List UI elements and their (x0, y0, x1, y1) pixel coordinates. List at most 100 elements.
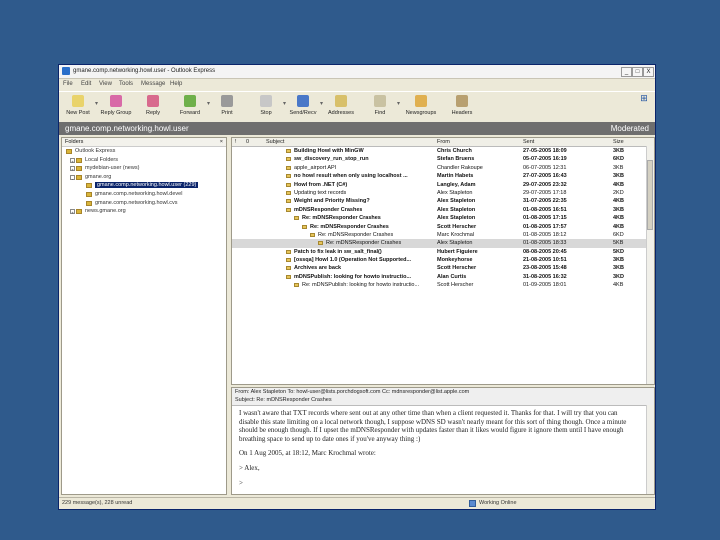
folder-item[interactable]: gmane.comp.networking.howl.user (229) (62, 181, 226, 190)
column-subject[interactable]: Subject (266, 139, 284, 145)
message-rows: Building Howl with MinGW Chris Church 27-0… (232, 147, 654, 290)
message-subject: [ossqa] Howl 1.0 (Operation Not Supporte… (294, 257, 412, 264)
message-from: Scott Herscher (437, 223, 477, 230)
reply-group-button[interactable]: Reply Group (99, 94, 133, 120)
folder-item[interactable]: - gmane.org (62, 173, 226, 182)
find-button[interactable]: Find (363, 94, 397, 120)
message-row[interactable]: Updating text records Alex Stapleton 29-07… (232, 189, 654, 197)
message-row[interactable]: Re: mDNSPublish: looking for howto instr… (232, 281, 654, 289)
message-row[interactable]: Archives are back Scott Herscher 23-08-200… (232, 264, 654, 272)
folder-item[interactable]: gmane.comp.networking.howl.devel (62, 190, 226, 199)
expand-icon[interactable]: + (70, 209, 75, 215)
column-sent[interactable]: Sent (523, 139, 534, 145)
status-online: Working Online (479, 500, 517, 506)
message-subject: sw_discovery_run_stop_run (294, 156, 369, 163)
column-priority[interactable]: ! (235, 139, 237, 145)
menu-edit[interactable]: Edit (81, 81, 91, 87)
reply-button[interactable]: Reply (136, 94, 170, 120)
message-row[interactable]: mDNSPublish: looking for howto instructi… (232, 273, 654, 281)
message-row[interactable]: mDNSResponder Crashes Alex Stapleton 01-08… (232, 206, 654, 214)
toolbar-label: Forward (179, 110, 201, 116)
message-row[interactable]: sw_discovery_run_stop_run Stefan Bruens 05… (232, 155, 654, 163)
headers-icon (456, 95, 468, 107)
folder-item[interactable]: Outlook Express (62, 147, 226, 156)
message-icon (286, 165, 291, 170)
maximize-button[interactable]: □ (632, 67, 643, 77)
message-row[interactable]: Weight and Priority Missing? Alex Staplet… (232, 197, 654, 205)
folder-item[interactable]: gmane.comp.networking.howl.cvs (62, 199, 226, 208)
message-icon (286, 274, 291, 279)
addresses-button[interactable]: Addresses (324, 94, 358, 120)
column-attachment[interactable]: 0 (246, 139, 249, 145)
menu-bar: File Edit View Tools Message Help ⊞ (59, 79, 655, 103)
scrollbar-thumb[interactable] (647, 160, 653, 230)
message-row[interactable]: Patch to fix leak in sw_salt_final() Hube… (232, 248, 654, 256)
message-size: 4KB (613, 215, 625, 222)
message-from: Marc Krochmal (437, 231, 474, 238)
dropdown-arrow-icon[interactable]: ▾ (320, 100, 323, 107)
message-icon (286, 149, 291, 153)
message-icon (286, 207, 291, 212)
message-icon (310, 232, 315, 237)
close-button[interactable]: X (643, 67, 654, 77)
expand-icon[interactable]: + (70, 166, 75, 172)
menu-help[interactable]: Help (170, 81, 182, 87)
message-row[interactable]: Re: mDNSResponder Crashes Alex Stapleton 0… (232, 239, 654, 248)
menu-tools[interactable]: Tools (119, 81, 133, 87)
message-size: 3KB (613, 265, 625, 272)
newsgroups-button[interactable]: Newsgroups (404, 94, 438, 120)
message-list-scrollbar[interactable] (646, 146, 654, 384)
message-icon (286, 266, 291, 271)
message-sent: 27-07-2005 16:43 (523, 173, 567, 180)
folder-item[interactable]: + mydebian-user (news) (62, 164, 226, 173)
folder-item[interactable]: + news.gmane.org (62, 207, 226, 216)
stop-button[interactable]: Stop (249, 94, 283, 120)
status-bar: 229 message(s), 228 unread Working Onlin… (59, 497, 655, 509)
column-from[interactable]: From (437, 139, 450, 145)
preview-pane: From: Alex Stapleton To: howl-user@lists… (231, 387, 655, 495)
preview-paragraph: > (239, 478, 243, 487)
message-row[interactable]: Re: mDNSResponder Crashes Scott Herscher 0… (232, 223, 654, 231)
message-row[interactable]: Re: mDNSResponder Crashes Marc Krochmal 01… (232, 231, 654, 239)
minimize-button[interactable]: _ (621, 67, 632, 77)
message-row[interactable]: no howl result when only using localhost… (232, 172, 654, 180)
message-row[interactable]: apple_airport API Chandler Rakoupe 06-07-2… (232, 164, 654, 172)
message-row[interactable]: [ossqa] Howl 1.0 (Operation Not Supporte… (232, 256, 654, 264)
new-post-button[interactable]: New Post (61, 94, 95, 120)
new-post-icon (72, 95, 84, 107)
menu-file[interactable]: File (63, 81, 73, 87)
preview-body: I wasn't aware that TXT records where se… (239, 409, 639, 494)
preview-scrollbar[interactable] (646, 405, 654, 494)
message-sent: 01-08-2005 17:57 (523, 223, 567, 230)
menu-view[interactable]: View (99, 81, 112, 87)
toolbar-label: Find (374, 110, 386, 116)
menu-message[interactable]: Message (141, 81, 165, 87)
folders-pane: Folders × Outlook Express + Local Folders +… (61, 137, 227, 495)
message-sent: 01-08-2005 16:51 (523, 206, 567, 213)
message-size: 3KB (613, 148, 625, 154)
close-folders-icon[interactable]: × (220, 139, 223, 145)
message-row[interactable]: Re: mDNSResponder Crashes Alex Stapleton 0… (232, 214, 654, 222)
message-subject: Re: mDNSPublish: looking for howto instr… (302, 282, 420, 289)
message-subject: Re: mDNSResponder Crashes (326, 240, 402, 247)
column-size[interactable]: Size (613, 139, 624, 145)
preview-from-line: From: Alex Stapleton To: howl-user@lists… (235, 389, 470, 395)
message-from: Stefan Bruens (437, 156, 475, 163)
print-button[interactable]: Print (210, 94, 244, 120)
message-from: Chandler Rakoupe (437, 164, 483, 171)
send-recv-button[interactable]: Send/Recv (286, 94, 320, 120)
collapse-icon[interactable]: - (70, 174, 75, 181)
message-row[interactable]: Building Howl with MinGW Chris Church 27-0… (232, 147, 654, 155)
dropdown-arrow-icon[interactable]: ▾ (397, 100, 400, 107)
forward-button[interactable]: Forward (173, 94, 207, 120)
message-size: 5KB (613, 240, 624, 247)
dropdown-arrow-icon[interactable]: ▾ (95, 100, 98, 107)
message-row[interactable]: Howl from .NET (C#) Langley, Adam 29-07-20… (232, 181, 654, 189)
message-size: 4KB (613, 198, 625, 205)
message-icon (286, 258, 291, 263)
folder-label: gmane.comp.networking.howl.devel (95, 190, 183, 197)
folder-label: Outlook Express (75, 148, 116, 154)
headers-button[interactable]: Headers (445, 94, 479, 120)
folder-item[interactable]: + Local Folders (62, 156, 226, 165)
expand-icon[interactable]: + (70, 157, 75, 164)
